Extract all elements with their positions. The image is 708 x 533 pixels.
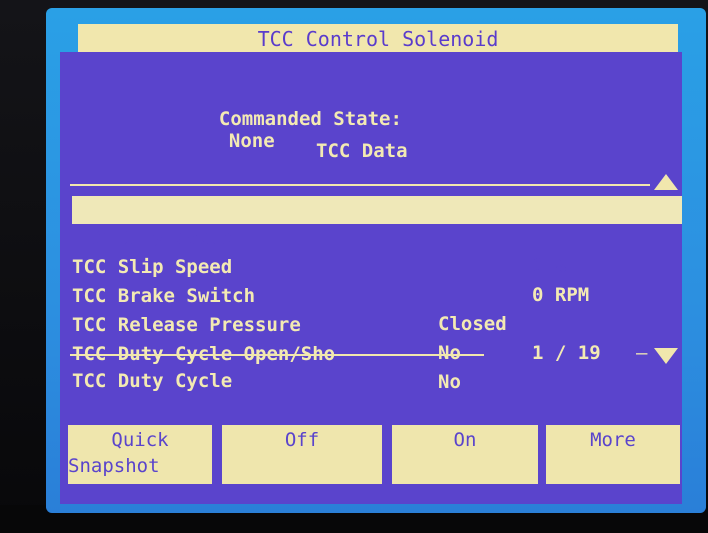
list-item-duty-cycle-open-short[interactable]: TCC Duty Cycle Open/Sho No xyxy=(72,312,682,393)
off-button[interactable]: Off xyxy=(222,425,382,484)
softkey-label: On xyxy=(453,429,477,451)
list-item-brake-switch[interactable]: TCC Brake Switch Closed xyxy=(72,254,682,335)
softkey-label: More xyxy=(590,429,636,451)
softkey-label-line2: Snapshot xyxy=(68,455,160,477)
more-button[interactable]: More xyxy=(546,425,680,484)
list-item-release-pressure[interactable]: TCC Release Pressure No xyxy=(72,283,682,364)
list-divider-top xyxy=(70,184,650,186)
softkey-label-line1: Quick xyxy=(111,429,169,451)
page-indicator: 1 / 19 xyxy=(532,342,601,364)
list-item-value: No xyxy=(438,342,461,364)
commanded-state-label: Commanded State: xyxy=(218,108,402,130)
triangle-down-icon[interactable] xyxy=(654,348,678,364)
list-item-duty-cycle[interactable]: TCC Duty Cycle 0 % xyxy=(72,196,682,277)
pager-dash: – xyxy=(636,342,648,364)
list-divider-bottom xyxy=(70,354,484,356)
selected-item-detail: TCC Duty Cycle xyxy=(72,370,233,392)
quick-snapshot-button[interactable]: Quick Snapshot xyxy=(68,425,212,484)
list-item-value: No xyxy=(438,371,461,393)
section-title: TCC Data xyxy=(316,140,408,162)
list-item-slip-speed[interactable]: TCC Slip Speed 0 RPM xyxy=(72,225,682,306)
softkey-label: Off xyxy=(284,429,320,451)
triangle-up-icon[interactable] xyxy=(654,174,678,190)
on-button[interactable]: On xyxy=(392,425,538,484)
screen-title: TCC Control Solenoid xyxy=(78,24,678,52)
commanded-state-value: None xyxy=(228,130,275,152)
